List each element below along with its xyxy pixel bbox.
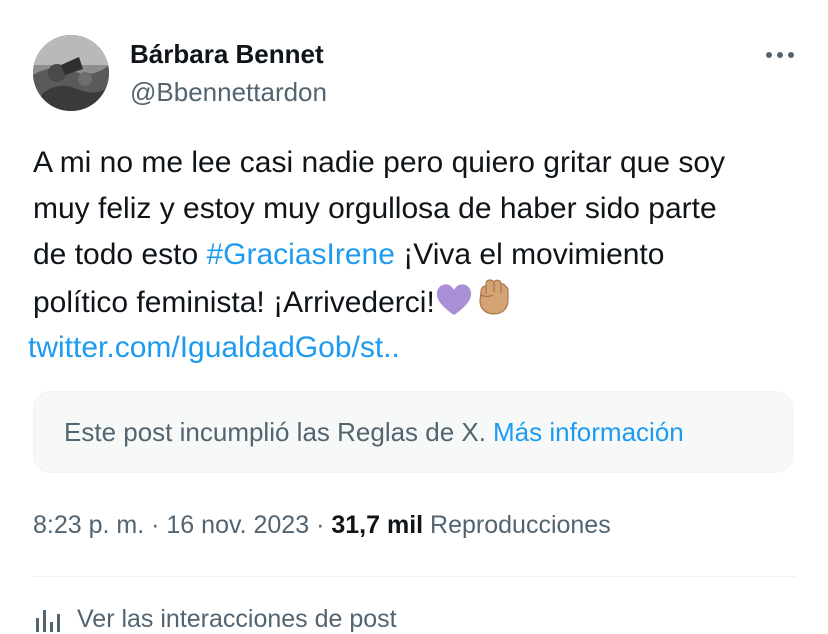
more-info-link[interactable]: Más información	[493, 417, 684, 448]
views-count: 31,7 mil	[331, 511, 424, 539]
separator: ·	[151, 511, 160, 539]
tweet-line: A mi no me lee casi nadie pero quiero gr…	[33, 146, 726, 179]
avatar-photo	[33, 35, 109, 111]
tweet-text-segment: político feminista! ¡Arrivederci!	[33, 286, 435, 319]
author-display-name[interactable]: Bárbara Bennet	[130, 38, 324, 70]
tweet-text-segment: de todo esto	[33, 238, 207, 271]
separator: ·	[316, 511, 325, 539]
tweet-line: de todo esto #GraciasIrene ¡Viva el movi…	[33, 232, 803, 278]
divider	[33, 576, 796, 577]
analytics-icon	[36, 610, 60, 632]
more-options-button[interactable]	[758, 40, 802, 70]
tweet-text: A mi no me lee casi nadie pero quiero gr…	[33, 140, 803, 326]
view-interactions-button[interactable]: Ver las interacciones de post	[33, 604, 397, 634]
notice-text: Este post incumplió las Reglas de X.	[64, 416, 486, 447]
policy-notice: Este post incumplió las Reglas de X. Más…	[33, 391, 793, 473]
author-handle[interactable]: @Bbennettardon	[130, 76, 327, 108]
view-interactions-label: Ver las interacciones de post	[77, 604, 397, 633]
raised-fist-emoji	[479, 279, 509, 315]
purple-heart-emoji	[436, 284, 471, 315]
tweet-line: muy feliz y estoy muy orgullosa de haber…	[33, 192, 717, 225]
views-label: Reproducciones	[430, 511, 611, 539]
hashtag-link[interactable]: #GraciasIrene	[206, 238, 394, 271]
more-horizontal-icon	[766, 52, 794, 58]
tweet-line: político feminista! ¡Arrivederci!	[33, 278, 803, 326]
avatar[interactable]	[33, 35, 109, 111]
tweet-meta: 8:23 p. m. · 16 nov. 2023 · 31,7 mil Rep…	[33, 507, 611, 543]
tweet-text-segment: ¡Viva el movimiento	[394, 238, 665, 271]
tweet-link[interactable]: twitter.com/IgualdadGob/st..	[28, 325, 400, 371]
tweet-time[interactable]: 8:23 p. m.	[33, 511, 144, 539]
tweet-date[interactable]: 16 nov. 2023	[166, 511, 309, 539]
